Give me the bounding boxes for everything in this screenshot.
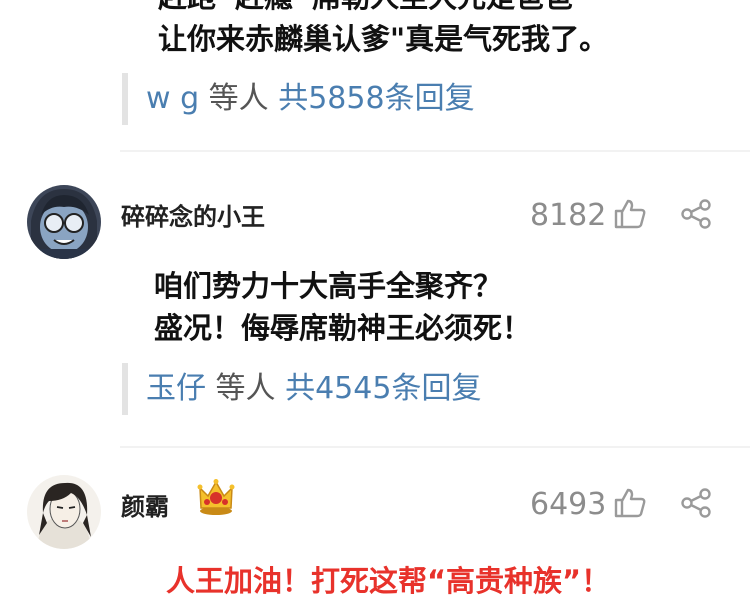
avatar[interactable]	[27, 475, 101, 549]
thumbs-up-icon[interactable]	[614, 488, 646, 518]
comment-text: 咱们势力十大高手全聚齐？ 盛况！侮辱席勒神王必须死！	[154, 265, 531, 349]
thumbs-up-icon[interactable]	[614, 199, 646, 229]
reply-users[interactable]: 玉仔	[146, 371, 206, 406]
share-icon[interactable]	[680, 488, 712, 518]
crown-icon	[196, 478, 236, 516]
avatar[interactable]	[27, 185, 101, 259]
like-count: 8182	[530, 198, 607, 233]
username[interactable]: 碎碎念的小王	[121, 197, 265, 232]
reply-count-link[interactable]: 共4545条回复	[285, 371, 481, 406]
comment-text: 赶跑“赶瘾”席勒人至大元是爸爸 让你来赤麟巢认爹"真是气死我了。	[158, 0, 718, 60]
reply-mid-text: 等人	[208, 81, 269, 116]
username[interactable]: 颜霸	[121, 487, 169, 522]
comment-text-line: 人王加油！打死这帮“高贵种族”！	[166, 564, 611, 598]
share-icon[interactable]	[680, 199, 712, 229]
reply-summary[interactable]: 玉仔 等人 共4545条回复	[122, 363, 481, 415]
comment-text-line: 咱们势力十大高手全聚齐？	[154, 269, 503, 303]
comment-text-line: 让你来赤麟巢认爹"真是气死我了。	[158, 22, 609, 56]
divider	[120, 446, 750, 448]
comment-text: 人王加油！打死这帮“高贵种族”！	[166, 560, 610, 602]
comment-text-line: 赶跑“赶瘾”席勒人至大元是爸爸	[158, 0, 718, 18]
reply-users[interactable]: w g	[146, 81, 199, 116]
like-count: 6493	[530, 487, 607, 522]
avatar-image	[27, 185, 101, 259]
reply-summary[interactable]: w g 等人 共5858条回复	[122, 73, 475, 125]
divider	[120, 150, 750, 152]
reply-mid-text: 等人	[215, 371, 276, 406]
avatar-image	[27, 475, 101, 549]
reply-count-link[interactable]: 共5858条回复	[278, 81, 474, 116]
comment-text-line: 盛况！侮辱席勒神王必须死！	[154, 311, 532, 345]
